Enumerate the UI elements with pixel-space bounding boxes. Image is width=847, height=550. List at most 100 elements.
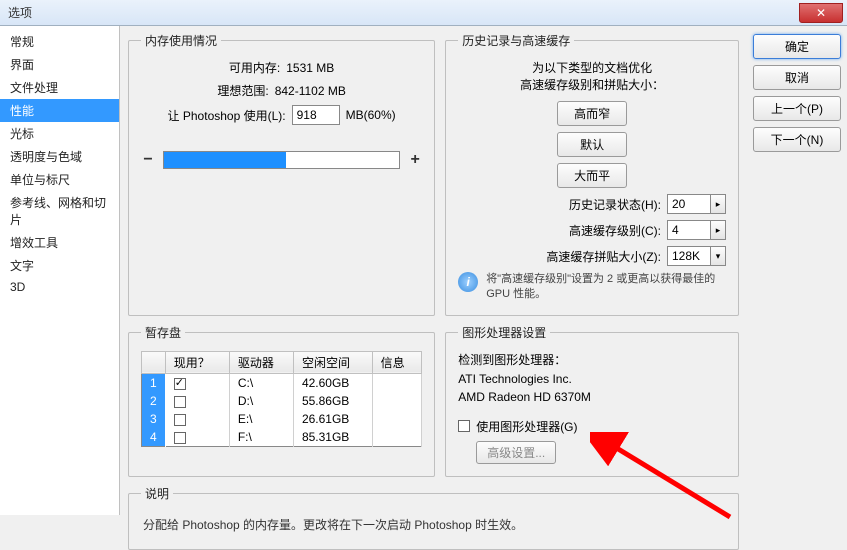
row-index: 2 xyxy=(142,392,166,410)
active-cell[interactable] xyxy=(165,392,229,410)
sidebar-item[interactable]: 增效工具 xyxy=(0,231,119,254)
default-button[interactable]: 默认 xyxy=(557,132,627,157)
gpu-settings-group: 图形处理器设置 检测到图形处理器： ATI Technologies Inc. … xyxy=(445,324,739,477)
memory-unit: MB(60%) xyxy=(346,108,396,122)
memory-legend: 内存使用情况 xyxy=(141,32,221,49)
info-cell xyxy=(372,410,422,428)
free-space-cell: 55.86GB xyxy=(293,392,372,410)
col-info: 信息 xyxy=(372,351,422,373)
sidebar-item[interactable]: 文字 xyxy=(0,254,119,277)
memory-group: 内存使用情况 可用内存: 1531 MB 理想范围: 842-1102 MB 让… xyxy=(128,32,435,316)
cache-hint-text: 将"高速缓存级别"设置为 2 或更高以获得最佳的 GPU 性能。 xyxy=(486,272,726,303)
close-icon: ✕ xyxy=(816,6,826,20)
sidebar-item[interactable]: 常规 xyxy=(0,30,119,53)
content-pane: 内存使用情况 可用内存: 1531 MB 理想范围: 842-1102 MB 让… xyxy=(120,26,747,515)
cancel-button[interactable]: 取消 xyxy=(753,65,841,90)
cache-tile-size-label: 高速缓存拼贴大小(Z): xyxy=(546,248,661,265)
dialog-buttons: 确定 取消 上一个(P) 下一个(N) xyxy=(747,26,847,515)
sidebar-item[interactable]: 参考线、网格和切片 xyxy=(0,191,119,231)
sidebar-item[interactable]: 单位与标尺 xyxy=(0,168,119,191)
let-ps-use-label: 让 Photoshop 使用(L): xyxy=(168,107,286,124)
row-index: 3 xyxy=(142,410,166,428)
active-checkbox[interactable] xyxy=(174,414,186,426)
slider-plus-icon[interactable]: + xyxy=(408,151,422,169)
title-bar: 选项 ✕ xyxy=(0,0,847,26)
table-row[interactable]: 4 F:\85.31GB xyxy=(142,428,422,447)
cache-levels-label: 高速缓存级别(C): xyxy=(569,222,661,239)
drive-cell: E:\ xyxy=(229,410,293,428)
active-checkbox[interactable] xyxy=(174,432,186,444)
tall-thin-button[interactable]: 高而窄 xyxy=(557,101,627,126)
sidebar: 常规界面文件处理性能光标透明度与色域单位与标尺参考线、网格和切片增效工具文字3D xyxy=(0,26,120,515)
row-index: 1 xyxy=(142,373,166,392)
scratch-disks-group: 暂存盘 现用？ 驱动器 空闲空间 信息 1 C:\42.60GB 2 D:\55.86… xyxy=(128,324,435,477)
memory-slider[interactable] xyxy=(163,151,400,169)
gpu-settings-legend: 图形处理器设置 xyxy=(458,324,550,341)
gpu-vendor: ATI Technologies Inc. xyxy=(458,372,726,386)
slider-fill xyxy=(164,152,286,168)
available-mem-label: 可用内存: xyxy=(229,59,280,76)
dropdown-icon[interactable]: ▾ xyxy=(710,246,726,266)
free-space-cell: 42.60GB xyxy=(293,373,372,392)
active-cell[interactable] xyxy=(165,410,229,428)
info-cell xyxy=(372,392,422,410)
history-cache-legend: 历史记录与高速缓存 xyxy=(458,32,574,49)
info-icon: i xyxy=(458,272,478,292)
history-cache-group: 历史记录与高速缓存 为以下类型的文档优化 高速缓存级别和拼贴大小： 高而窄 默认… xyxy=(445,32,739,316)
sidebar-item[interactable]: 文件处理 xyxy=(0,76,119,99)
use-gpu-label: 使用图形处理器(G) xyxy=(476,418,577,435)
gpu-device: AMD Radeon HD 6370M xyxy=(458,390,726,404)
drive-cell: F:\ xyxy=(229,428,293,447)
slider-minus-icon[interactable]: − xyxy=(141,151,155,169)
history-states-input[interactable]: 20 xyxy=(667,194,711,214)
sidebar-item[interactable]: 3D xyxy=(0,277,119,297)
main-area: 常规界面文件处理性能光标透明度与色域单位与标尺参考线、网格和切片增效工具文字3D… xyxy=(0,26,847,515)
table-row[interactable]: 2 D:\55.86GB xyxy=(142,392,422,410)
prev-button[interactable]: 上一个(P) xyxy=(753,96,841,121)
big-flat-button[interactable]: 大而平 xyxy=(557,163,627,188)
cache-levels-input[interactable]: 4 xyxy=(667,220,711,240)
active-cell[interactable] xyxy=(165,373,229,392)
window-title: 选项 xyxy=(8,4,32,21)
info-cell xyxy=(372,428,422,447)
available-mem-value: 1531 MB xyxy=(286,61,334,75)
cache-tile-size-select[interactable]: 128K xyxy=(667,246,711,266)
col-drive: 驱动器 xyxy=(229,351,293,373)
sidebar-item[interactable]: 光标 xyxy=(0,122,119,145)
scratch-disks-legend: 暂存盘 xyxy=(141,324,185,341)
optimize-line1: 为以下类型的文档优化 xyxy=(458,59,726,76)
ideal-range-label: 理想范围: xyxy=(217,82,268,99)
sidebar-item[interactable]: 界面 xyxy=(0,53,119,76)
info-cell xyxy=(372,373,422,392)
drive-cell: C:\ xyxy=(229,373,293,392)
ok-button[interactable]: 确定 xyxy=(753,34,841,59)
sidebar-item[interactable]: 透明度与色域 xyxy=(0,145,119,168)
drive-cell: D:\ xyxy=(229,392,293,410)
stepper-icon[interactable]: ▸ xyxy=(710,194,726,214)
gpu-detected-label: 检测到图形处理器： xyxy=(458,351,726,368)
free-space-cell: 26.61GB xyxy=(293,410,372,428)
active-checkbox[interactable] xyxy=(174,396,186,408)
memory-input[interactable]: 918 xyxy=(292,105,340,125)
active-checkbox[interactable] xyxy=(174,378,186,390)
row-index: 4 xyxy=(142,428,166,447)
use-gpu-checkbox[interactable] xyxy=(458,420,470,432)
next-button[interactable]: 下一个(N) xyxy=(753,127,841,152)
optimize-line2: 高速缓存级别和拼贴大小： xyxy=(458,76,726,93)
close-button[interactable]: ✕ xyxy=(799,3,843,23)
scratch-disk-table: 现用？ 驱动器 空闲空间 信息 1 C:\42.60GB 2 D:\55.86GB 3 E… xyxy=(141,351,422,447)
sidebar-item[interactable]: 性能 xyxy=(0,99,119,122)
description-group: 说明 分配给 Photoshop 的内存量。更改将在下一次启动 Photosho… xyxy=(128,485,739,550)
table-row[interactable]: 3 E:\26.61GB xyxy=(142,410,422,428)
free-space-cell: 85.31GB xyxy=(293,428,372,447)
table-row[interactable]: 1 C:\42.60GB xyxy=(142,373,422,392)
ideal-range-value: 842-1102 MB xyxy=(275,84,346,98)
advanced-settings-button[interactable]: 高级设置... xyxy=(476,441,556,464)
active-cell[interactable] xyxy=(165,428,229,447)
col-free: 空闲空间 xyxy=(293,351,372,373)
col-active: 现用？ xyxy=(165,351,229,373)
description-legend: 说明 xyxy=(141,485,173,502)
stepper-icon[interactable]: ▸ xyxy=(710,220,726,240)
history-states-label: 历史记录状态(H): xyxy=(569,196,661,213)
description-text: 分配给 Photoshop 的内存量。更改将在下一次启动 Photoshop 时… xyxy=(141,512,726,537)
